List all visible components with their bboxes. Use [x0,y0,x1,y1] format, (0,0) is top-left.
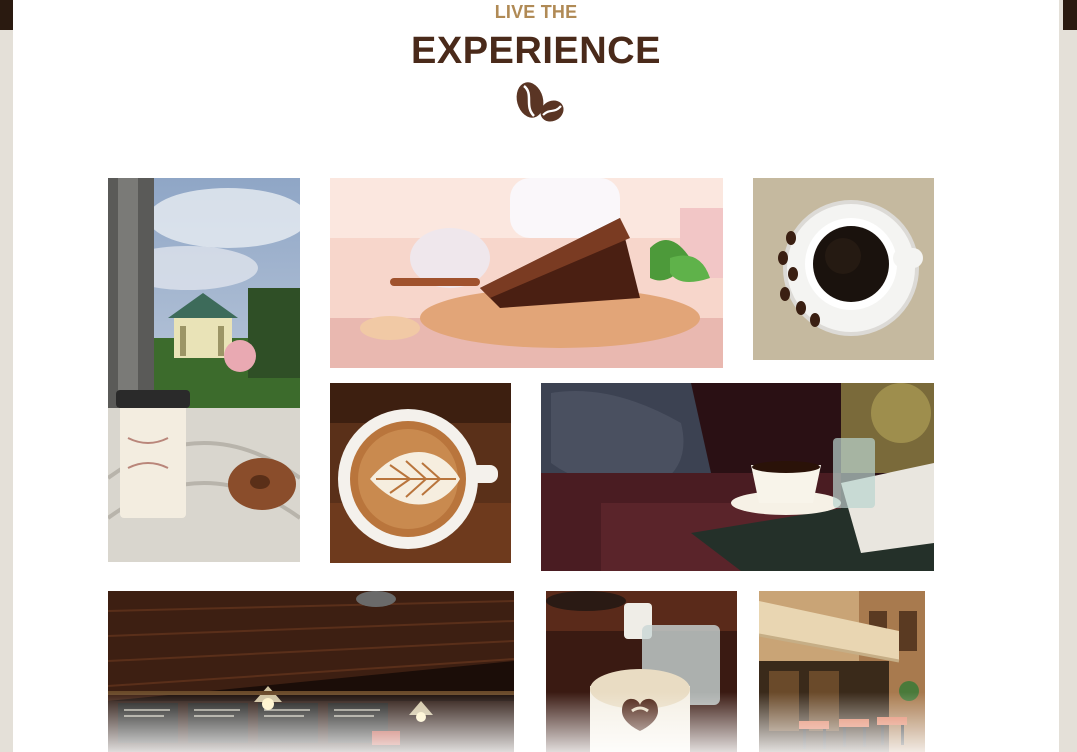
section-title: EXPERIENCE [411,30,661,72]
gallery-photo-cafe-interior[interactable] [108,591,514,752]
section-eyebrow: LIVE THE [494,2,578,22]
gallery-photo-cappuccino[interactable] [546,591,737,752]
gallery-photo-cake[interactable] [330,178,723,368]
gallery-photo-latte-art[interactable] [330,383,511,563]
coffee-beans-icon [516,82,564,122]
gallery-photo-gazebo[interactable] [108,178,300,562]
corner-decoration-right [1063,0,1077,30]
gallery-photo-street-cafe[interactable] [759,591,925,752]
gallery-photo-black-coffee[interactable] [753,178,934,360]
experience-section: LIVE THE EXPERIENCE [13,0,1059,752]
corner-decoration-left [0,0,14,30]
gallery-photo-lounge[interactable] [541,383,934,571]
